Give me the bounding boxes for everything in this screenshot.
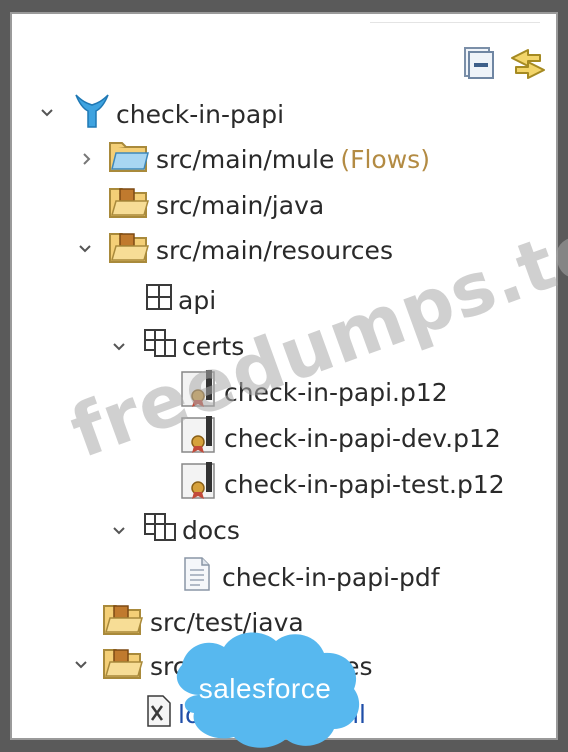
package-folder-icon <box>108 185 152 225</box>
package-label: certs <box>182 331 245 361</box>
chevron-down-icon[interactable] <box>72 656 90 674</box>
file-label: check-in-papi-dev.p12 <box>224 423 501 453</box>
tree-item-certs[interactable]: certs <box>142 324 244 368</box>
folder-label: src/main/java <box>156 190 325 220</box>
folder-label: src/main/resources <box>156 235 393 265</box>
tree-item-src-main-java[interactable]: src/main/java <box>108 183 324 227</box>
package-folder-icon <box>108 230 152 270</box>
chevron-right-icon[interactable] <box>78 150 96 168</box>
certificate-file-icon <box>176 370 220 414</box>
tree-item-project[interactable]: check-in-papi <box>72 92 284 136</box>
folder-decoration: (Flows) <box>340 144 430 174</box>
package-icon <box>144 282 174 318</box>
chevron-down-icon[interactable] <box>38 104 56 122</box>
file-label: check-in-papi.p12 <box>224 377 448 407</box>
folder-label: src/test/java <box>150 607 304 637</box>
package-label: api <box>178 285 217 315</box>
package-label: docs <box>182 515 240 545</box>
tree-item-cert-file[interactable]: check-in-papi-test.p12 <box>176 462 505 506</box>
certificate-file-icon <box>176 416 220 460</box>
text-file-icon <box>182 556 212 598</box>
tree-item-xml-file[interactable]: log4j2-test.xml <box>146 692 366 736</box>
folder-label: src/main/mule <box>156 144 335 174</box>
tree-item-docs[interactable]: docs <box>142 508 240 552</box>
tree-item-cert-file[interactable]: check-in-papi.p12 <box>176 370 448 414</box>
file-label: check-in-papi-pdf <box>222 562 440 592</box>
mule-project-icon <box>72 91 112 137</box>
folder-label: src/test/resources <box>150 651 373 681</box>
tree-item-src-main-resources[interactable]: src/main/resources <box>108 228 393 272</box>
chevron-down-icon[interactable] <box>110 338 128 356</box>
tree-item-src-test-java[interactable]: src/test/java <box>102 600 304 644</box>
package-folder-icon <box>102 646 146 686</box>
file-label: check-in-papi-test.p12 <box>224 469 505 499</box>
tree-item-doc-file[interactable]: check-in-papi-pdf <box>182 555 440 599</box>
source-folder-icon <box>108 139 152 179</box>
package-icon <box>142 327 178 365</box>
tree-item-src-main-mule[interactable]: src/main/mule (Flows) <box>108 137 430 181</box>
view-header-divider <box>370 22 540 23</box>
certificate-file-icon <box>176 462 220 506</box>
tree-item-api[interactable]: api <box>144 278 216 322</box>
chevron-down-icon[interactable] <box>76 240 94 258</box>
project-label: check-in-papi <box>116 99 285 129</box>
link-with-editor-icon[interactable] <box>506 42 550 90</box>
xml-file-icon <box>146 694 172 734</box>
tree-item-cert-file[interactable]: check-in-papi-dev.p12 <box>176 416 501 460</box>
chevron-down-icon[interactable] <box>110 522 128 540</box>
file-label: log4j2-test.xml <box>178 699 366 729</box>
tree-item-src-test-resources[interactable]: src/test/resources <box>102 644 373 688</box>
collapse-all-icon[interactable] <box>463 46 495 84</box>
package-icon <box>142 511 178 549</box>
package-folder-icon <box>102 602 146 642</box>
